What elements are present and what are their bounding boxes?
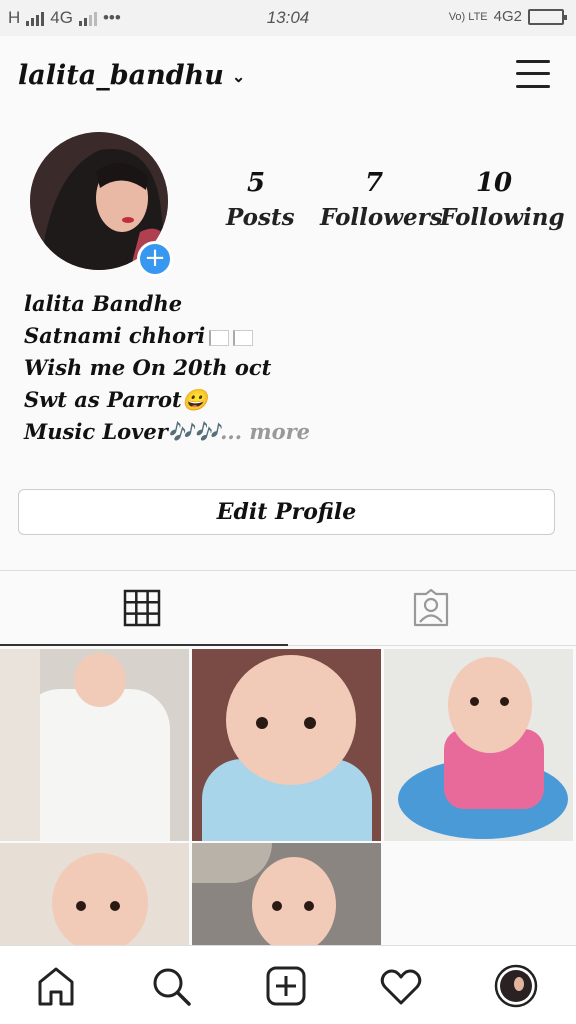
following-count[interactable]: 10 Following xyxy=(440,168,565,231)
chevron-down-icon: ⌄ xyxy=(231,67,246,86)
photo-detail xyxy=(226,655,356,785)
bio-more-link[interactable]: ... more xyxy=(220,419,310,444)
home-icon xyxy=(38,967,74,1006)
bio-line-1: Satnami chhori xyxy=(24,320,310,352)
nav-activity[interactable] xyxy=(379,964,423,1008)
white-flag-icon xyxy=(209,329,230,346)
profile-header: lalita_bandhu ⌄ xyxy=(0,36,576,116)
tab-tagged[interactable] xyxy=(288,571,576,646)
nav-home[interactable] xyxy=(34,964,78,1008)
post-thumbnail[interactable] xyxy=(0,843,189,945)
photo-detail xyxy=(304,717,316,729)
photo-detail xyxy=(76,901,86,911)
white-flag-icon xyxy=(233,329,254,346)
edit-profile-button[interactable]: Edit Profile xyxy=(18,489,555,535)
bio-line-3-text: Swt as Parrot xyxy=(24,387,182,412)
status-bar: H 4G ••• 13:04 Vo) LTE 4G2 xyxy=(0,0,576,36)
posts-value: 5 xyxy=(246,168,266,198)
add-post-icon xyxy=(266,966,306,1006)
photo-detail xyxy=(0,649,40,841)
photo-detail xyxy=(256,717,268,729)
add-story-button[interactable]: + xyxy=(137,241,173,277)
bio-line-4-text: Music Lover xyxy=(24,419,168,444)
nav-profile[interactable] xyxy=(494,964,538,1008)
bio-line-3: Swt as Parrot😀 xyxy=(24,384,310,416)
photo-detail xyxy=(52,853,148,945)
profile-tabs xyxy=(0,570,576,646)
photo-detail xyxy=(110,901,120,911)
username-switcher[interactable]: lalita_bandhu ⌄ xyxy=(18,60,245,91)
following-value: 10 xyxy=(475,168,513,198)
tagged-photos-icon xyxy=(413,589,449,627)
post-thumbnail[interactable] xyxy=(192,649,381,841)
followers-value: 7 xyxy=(364,168,384,198)
profile-avatar-icon xyxy=(494,964,538,1008)
photo-grid xyxy=(0,647,576,945)
tab-grid[interactable] xyxy=(0,571,288,646)
menu-icon[interactable] xyxy=(516,58,550,90)
photo-detail xyxy=(20,689,170,841)
posts-label: Posts xyxy=(226,204,295,231)
battery-icon xyxy=(528,8,567,25)
followers-label: Followers xyxy=(320,204,443,231)
photo-detail xyxy=(74,653,126,707)
photo-detail xyxy=(272,901,282,911)
nav-add-post[interactable] xyxy=(264,964,308,1008)
following-label: Following xyxy=(440,204,565,231)
post-thumbnail[interactable] xyxy=(192,843,381,945)
post-thumbnail[interactable] xyxy=(384,649,573,841)
bio-line-4: Music Lover🎶🎶... more xyxy=(24,416,310,448)
bio-line-1-text: Satnami chhori xyxy=(24,323,206,348)
status-right: Vo) LTE 4G2 xyxy=(448,8,567,25)
search-icon xyxy=(153,968,191,1006)
photo-detail xyxy=(448,657,532,753)
music-notes-icon: 🎶🎶 xyxy=(167,419,221,444)
followers-count[interactable]: 7 Followers xyxy=(320,168,443,231)
network-label-2: 4G2 xyxy=(493,8,522,25)
grinning-emoji-icon: 😀 xyxy=(181,387,208,412)
photo-detail xyxy=(470,697,479,706)
photo-detail xyxy=(500,697,509,706)
posts-count[interactable]: 5 Posts xyxy=(226,168,295,231)
grid-icon xyxy=(123,589,161,627)
photo-detail xyxy=(252,857,336,945)
bio-name: lalita Bandhe xyxy=(24,291,183,316)
heart-icon xyxy=(380,969,422,1005)
nav-search[interactable] xyxy=(149,964,193,1008)
profile-bio: lalita Bandhe Satnami chhori Wish me On … xyxy=(24,288,310,448)
bio-line-2: Wish me On 20th oct xyxy=(24,355,272,380)
post-thumbnail[interactable] xyxy=(0,649,189,841)
photo-detail xyxy=(304,901,314,911)
volte-label: Vo) LTE xyxy=(448,10,488,23)
username: lalita_bandhu xyxy=(18,60,224,91)
bottom-navigation xyxy=(0,945,576,1024)
